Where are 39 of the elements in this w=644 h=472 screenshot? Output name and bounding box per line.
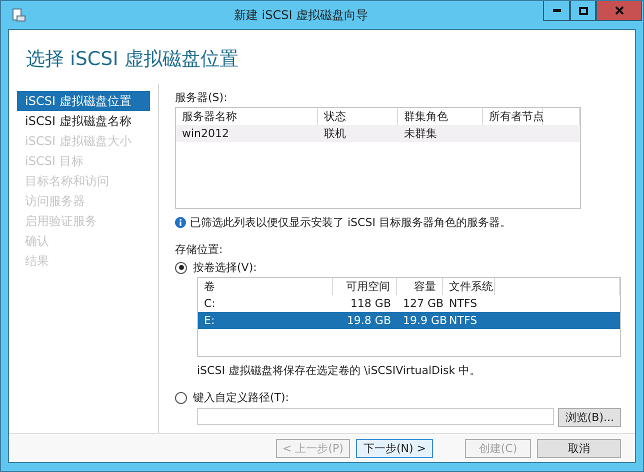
column-header[interactable]: 文件系统 — [443, 278, 495, 295]
column-header[interactable]: 可用空间 — [333, 278, 397, 295]
table-cell-text: 19.8 GB — [346, 314, 392, 327]
list-row[interactable]: E: 19.8 GB 19.9 GB NTFS — [198, 312, 620, 329]
table-cell-text: C: — [203, 297, 216, 310]
table-cell-text: 127 GB — [402, 297, 443, 310]
column-header[interactable]: 卷 — [198, 278, 333, 295]
wizard-button[interactable]: 下一步(N) > — [356, 438, 433, 458]
table-cell-text: win2012 — [181, 127, 230, 140]
wizard-button[interactable]: 取消 — [537, 438, 621, 458]
table-cell-text: NTFS — [448, 314, 478, 327]
table-cell-text: E: — [203, 314, 216, 327]
wizard-icon — [12, 8, 26, 22]
close-icon — [614, 6, 624, 15]
page-heading: 选择 iSCSI 虚拟磁盘位置 — [26, 48, 238, 70]
close-button[interactable] — [596, 1, 642, 21]
column-header[interactable]: 容量 — [397, 278, 443, 295]
list-row[interactable]: C: 118 GB 127 GB NTFS — [198, 295, 620, 312]
list-row[interactable]: win2012 联机 未群集 — [176, 125, 580, 142]
storage-label: 存储位置: — [175, 242, 224, 257]
wizard-step[interactable]: iSCSI 虚拟磁盘位置 — [17, 91, 150, 111]
custom-path-radio[interactable]: 键入自定义路径(T): — [175, 390, 621, 405]
path-field[interactable] — [197, 408, 554, 425]
browse-button[interactable]: 浏览(B)... — [558, 408, 621, 427]
table-cell-text: 未群集 — [403, 126, 438, 141]
table-cell-text: NTFS — [448, 297, 478, 310]
window-title: 新建 iSCSI 虚拟磁盘向导 — [234, 8, 368, 22]
wizard-step[interactable]: iSCSI 虚拟磁盘名称 — [17, 111, 150, 131]
minimize-icon — [552, 9, 560, 12]
servers-label: 服务器(S): — [175, 90, 228, 105]
info-icon — [175, 217, 186, 228]
by-volume-radio[interactable]: 按卷选择(V): — [175, 260, 621, 275]
table-cell-text: 联机 — [323, 126, 347, 141]
table-cell-text: 118 GB — [349, 297, 392, 310]
volume-note: iSCSI 虚拟磁盘将保存在选定卷的 \iSCSIVirtualDisk 中。 — [197, 364, 481, 377]
minimize-button[interactable] — [543, 1, 570, 21]
maximize-button[interactable] — [570, 1, 596, 21]
maximize-icon — [578, 6, 588, 14]
info-note: 已筛选此列表以便仅显示安装了 iSCSI 目标服务器角色的服务器。 — [190, 215, 511, 230]
